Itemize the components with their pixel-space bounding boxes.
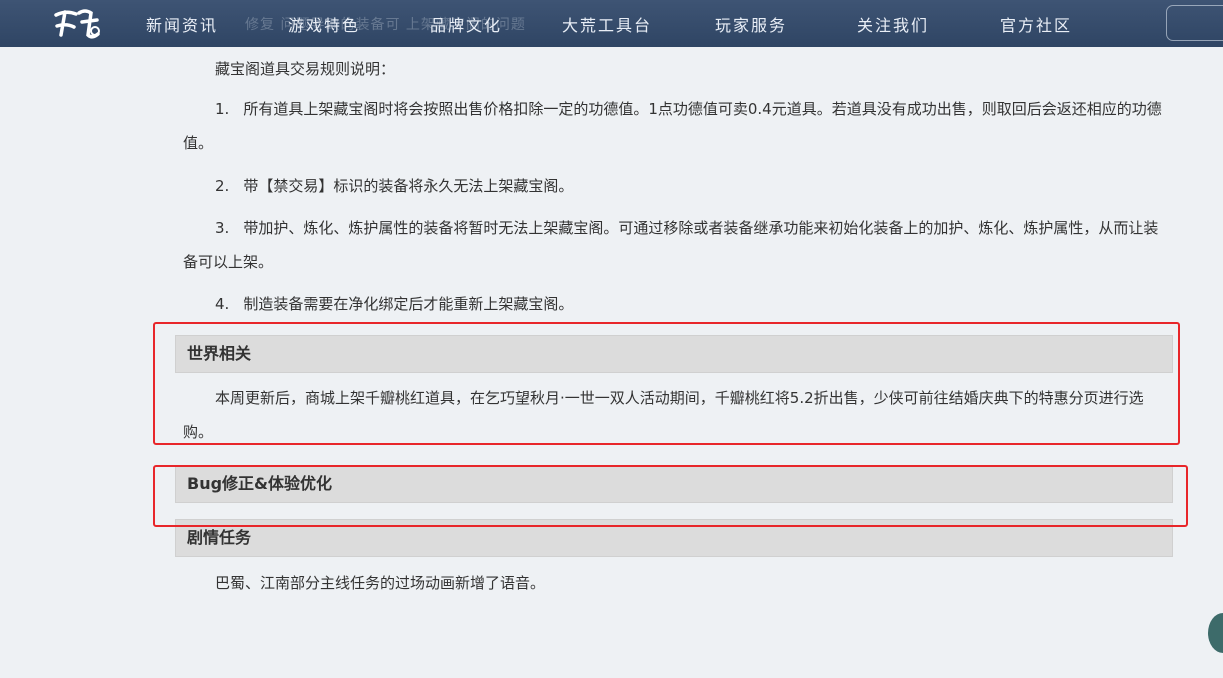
- section-header-world: 世界相关: [175, 335, 1173, 373]
- top-navigation-bar: 修复 问题导致的装备可 上架藏宝阁的问题 新闻资讯 游戏特色 品牌文化 大荒工具…: [0, 0, 1223, 47]
- article-content: 藏宝阁道具交易规则说明： 1. 所有道具上架藏宝阁时将会按照出售价格扣除一定的功德…: [0, 47, 1223, 678]
- nav-action-button[interactable]: [1166, 5, 1223, 41]
- section-body-story: 巴蜀、江南部分主线任务的过场动画新增了语音。: [215, 574, 546, 592]
- logo-brush-icon: [54, 9, 100, 39]
- nav-item-player-service[interactable]: 玩家服务: [715, 12, 787, 36]
- rule-item-2: 2. 带【禁交易】标识的装备将永久无法上架藏宝阁。: [183, 169, 1173, 203]
- section-body-world: 本周更新后，商城上架千瓣桃红道具，在乞巧望秋月·一世一双人活动期间，千瓣桃红将5…: [183, 389, 1144, 441]
- rule-item-1: 1. 所有道具上架藏宝阁时将会按照出售价格扣除一定的功德值。1点功德值可卖0.4元…: [183, 92, 1173, 160]
- rule-number: 3.: [215, 219, 230, 237]
- section-header-bugfix: Bug修正&体验优化: [175, 465, 1173, 503]
- rule-text: 所有道具上架藏宝阁时将会按照出售价格扣除一定的功德值。1点功德值可卖0.4元道具…: [183, 100, 1162, 152]
- rule-text: 带加护、炼化、炼护属性的装备将暂时无法上架藏宝阁。可通过移除或者装备继承功能来初…: [183, 219, 1159, 271]
- nav-item-news[interactable]: 新闻资讯: [146, 12, 218, 36]
- rule-text: 制造装备需要在净化绑定后才能重新上架藏宝阁。: [243, 295, 574, 313]
- nav-item-community[interactable]: 官方社区: [1000, 12, 1072, 36]
- nav-item-follow-us[interactable]: 关注我们: [857, 12, 929, 36]
- rule-text: 带【禁交易】标识的装备将永久无法上架藏宝阁。: [243, 177, 574, 195]
- nav-item-features[interactable]: 游戏特色: [288, 12, 360, 36]
- rule-number: 2.: [215, 177, 230, 195]
- nav-item-tools[interactable]: 大荒工具台: [562, 12, 652, 36]
- rule-item-4: 4. 制造装备需要在净化绑定后才能重新上架藏宝阁。: [183, 287, 1173, 321]
- nav-item-brand[interactable]: 品牌文化: [430, 12, 502, 36]
- rule-number: 4.: [215, 295, 230, 313]
- game-logo[interactable]: [52, 5, 102, 41]
- rule-number: 1.: [215, 100, 230, 118]
- rules-intro: 藏宝阁道具交易规则说明：: [215, 60, 396, 78]
- rule-item-3: 3. 带加护、炼化、炼护属性的装备将暂时无法上架藏宝阁。可通过移除或者装备继承功能…: [183, 211, 1173, 279]
- section-header-story: 剧情任务: [175, 519, 1173, 557]
